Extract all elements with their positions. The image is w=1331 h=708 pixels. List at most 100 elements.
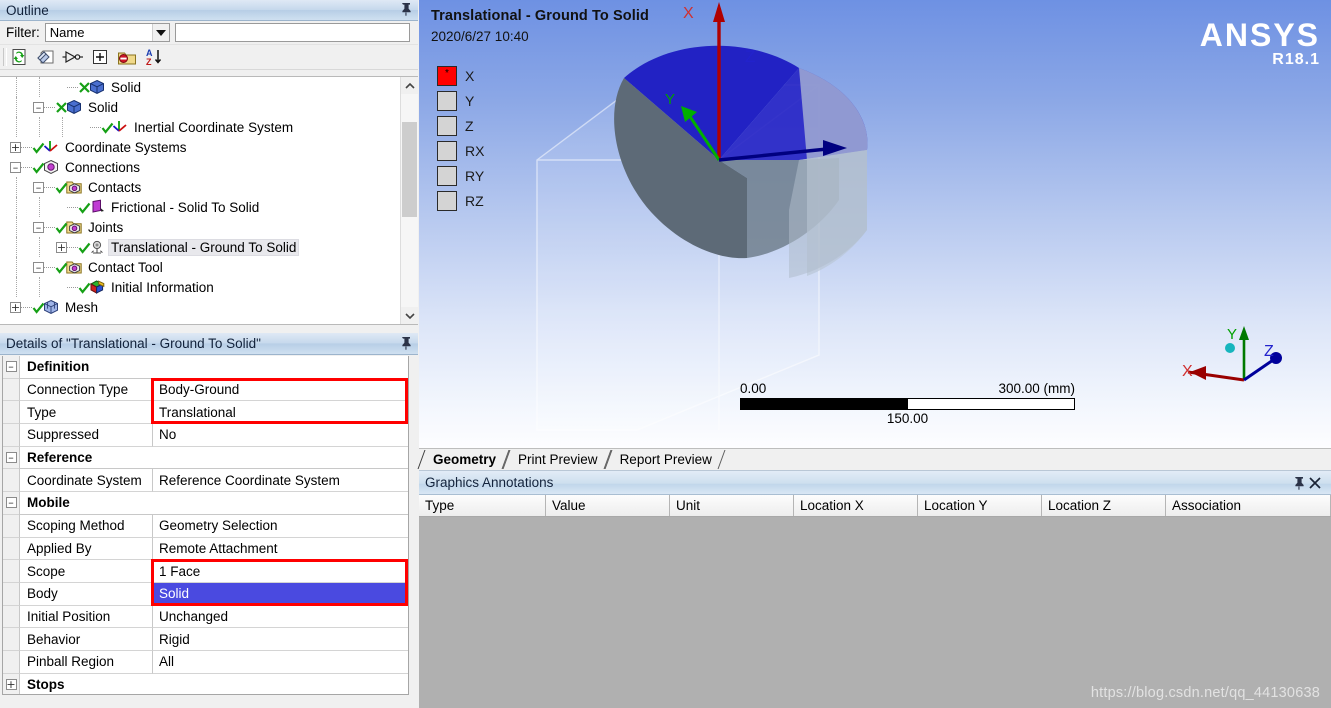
- details-row-type[interactable]: Type Translational: [3, 401, 408, 425]
- chevron-down-icon[interactable]: [401, 307, 418, 324]
- details-property-value[interactable]: All: [152, 650, 408, 674]
- tree-item-contacts[interactable]: – Contacts: [0, 177, 399, 197]
- collapse-icon[interactable]: –: [5, 497, 17, 509]
- dof-checkbox-y[interactable]: [437, 90, 457, 111]
- tree-item-contact-tool[interactable]: – Contact Tool: [0, 257, 399, 277]
- annotations-column-header-association[interactable]: Association: [1166, 495, 1331, 516]
- details-row-connection-type[interactable]: Connection Type Body-Ground: [3, 378, 408, 402]
- details-property-value[interactable]: Rigid: [152, 628, 408, 651]
- tree-item-solid[interactable]: Solid: [0, 77, 399, 97]
- sort-az-icon[interactable]: A Z: [143, 47, 165, 68]
- details-row-applied-by[interactable]: Applied By Remote Attachment: [3, 537, 408, 561]
- details-property-value[interactable]: 1 Face: [152, 560, 408, 583]
- details-row-pinball-region[interactable]: Pinball Region All: [3, 650, 408, 674]
- tree-item-frictional-solid-to-solid[interactable]: Frictional - Solid To Solid: [0, 197, 399, 217]
- annotations-column-header-value[interactable]: Value: [546, 495, 670, 516]
- tab-report-preview[interactable]: Report Preview: [610, 449, 724, 470]
- pin-icon[interactable]: [1293, 476, 1309, 490]
- dof-checkbox-ry[interactable]: [437, 165, 457, 186]
- details-group-expander[interactable]: –: [3, 356, 19, 379]
- annotations-column-header-type[interactable]: Type: [419, 495, 546, 516]
- dof-checkbox-rz[interactable]: [437, 190, 457, 211]
- details-property-value[interactable]: Solid: [152, 582, 408, 606]
- tree-guide-line: [39, 197, 40, 217]
- details-row-reference[interactable]: – Reference: [3, 446, 408, 470]
- collapse-icon[interactable]: –: [33, 181, 44, 193]
- tree-item-joints[interactable]: – Joints: [0, 217, 399, 237]
- annotations-table-body[interactable]: [419, 517, 1331, 708]
- collapse-icon[interactable]: –: [10, 161, 21, 173]
- annotations-column-header-location-x[interactable]: Location X: [794, 495, 918, 516]
- probe-icon[interactable]: [62, 47, 84, 68]
- dof-row-x[interactable]: * X: [437, 63, 484, 88]
- details-group-expander[interactable]: –: [3, 446, 19, 470]
- details-row-initial-position[interactable]: Initial Position Unchanged: [3, 605, 408, 629]
- details-property-grid[interactable]: – Definition Connection Type Body-Ground Typ…: [2, 356, 409, 695]
- collapse-icon[interactable]: –: [5, 452, 17, 464]
- scrollbar-thumb[interactable]: [402, 122, 417, 217]
- details-property-value[interactable]: Reference Coordinate System: [152, 469, 408, 493]
- dof-row-z[interactable]: Z: [437, 113, 484, 138]
- tree-item-coordinate-systems[interactable]: + Coordinate Systems: [0, 137, 399, 157]
- chevron-up-icon[interactable]: [401, 77, 418, 94]
- expand-all-icon[interactable]: [89, 47, 111, 68]
- dof-row-ry[interactable]: RY: [437, 163, 484, 188]
- details-row-scope[interactable]: Scope 1 Face: [3, 560, 408, 583]
- details-property-value[interactable]: Unchanged: [152, 605, 408, 629]
- dof-checkbox-x[interactable]: *: [437, 65, 457, 86]
- details-property-value[interactable]: Body-Ground: [152, 378, 408, 402]
- pin-icon[interactable]: [400, 2, 414, 18]
- dof-checkbox-rx[interactable]: [437, 140, 457, 161]
- annotations-column-header-location-y[interactable]: Location Y: [918, 495, 1042, 516]
- filter-type-select[interactable]: Name: [44, 23, 170, 42]
- chevron-down-icon[interactable]: [151, 24, 169, 41]
- details-group-expander[interactable]: +: [3, 673, 19, 694]
- tab-print-preview[interactable]: Print Preview: [508, 449, 610, 470]
- eraser-icon[interactable]: [35, 47, 57, 68]
- filter-search-input[interactable]: [174, 23, 410, 42]
- expand-icon[interactable]: +: [5, 678, 17, 690]
- details-property-value[interactable]: Translational: [152, 401, 408, 425]
- annotations-column-header-location-z[interactable]: Location Z: [1042, 495, 1166, 516]
- collapse-icon[interactable]: –: [33, 261, 44, 273]
- details-row-coordinate-system[interactable]: Coordinate System Reference Coordinate Sy…: [3, 469, 408, 493]
- pin-icon[interactable]: [400, 336, 414, 352]
- details-row-scoping-method[interactable]: Scoping Method Geometry Selection: [3, 514, 408, 538]
- details-property-value[interactable]: Geometry Selection: [152, 514, 408, 538]
- dof-row-y[interactable]: Y: [437, 88, 484, 113]
- details-property-value[interactable]: No: [152, 424, 408, 447]
- collapse-icon[interactable]: –: [5, 361, 17, 373]
- outline-tree[interactable]: Solid – Solid Inertial Coordinate System + Co…: [0, 76, 418, 325]
- expand-icon[interactable]: +: [10, 141, 21, 153]
- tree-item-solid[interactable]: – Solid: [0, 97, 399, 117]
- details-property-value[interactable]: Remote Attachment: [152, 537, 408, 561]
- tab-geometry[interactable]: Geometry: [423, 449, 508, 470]
- expand-icon[interactable]: +: [56, 241, 67, 253]
- refresh-icon[interactable]: [8, 47, 30, 68]
- folder-icon[interactable]: [116, 47, 138, 68]
- outline-tree-scrollbar[interactable]: [400, 77, 418, 324]
- tree-item-mesh[interactable]: + Mesh: [0, 297, 399, 317]
- details-row-body[interactable]: Body Solid: [3, 582, 408, 606]
- close-icon[interactable]: [1309, 476, 1325, 489]
- details-row-suppressed[interactable]: Suppressed No: [3, 424, 408, 447]
- tree-item-translational-ground-to-solid[interactable]: + Translational - Ground To Solid: [0, 237, 399, 257]
- tree-item-inertial-coordinate-system[interactable]: Inertial Coordinate System: [0, 117, 399, 137]
- collapse-icon[interactable]: –: [33, 101, 44, 113]
- dof-row-rz[interactable]: RZ: [437, 188, 484, 213]
- details-row-mobile[interactable]: – Mobile: [3, 492, 408, 515]
- tree-item-connections[interactable]: – Connections: [0, 157, 399, 177]
- details-row-definition[interactable]: – Definition: [3, 356, 408, 379]
- dof-checkbox-z[interactable]: [437, 115, 457, 136]
- details-row-behavior[interactable]: Behavior Rigid: [3, 628, 408, 651]
- graphics-viewport[interactable]: X Y Z Y Z X Translational - Ground To So…: [419, 0, 1331, 448]
- dof-row-rx[interactable]: RX: [437, 138, 484, 163]
- outline-tree-rows: Solid – Solid Inertial Coordinate System + Co…: [0, 77, 399, 324]
- ansys-release-text: R18.1: [1272, 51, 1320, 68]
- expand-icon[interactable]: +: [10, 301, 21, 313]
- collapse-icon[interactable]: –: [33, 221, 44, 233]
- tree-item-initial-information[interactable]: Initial Information: [0, 277, 399, 297]
- details-group-expander[interactable]: –: [3, 492, 19, 515]
- details-row-stops[interactable]: + Stops: [3, 673, 408, 694]
- annotations-column-header-unit[interactable]: Unit: [670, 495, 794, 516]
